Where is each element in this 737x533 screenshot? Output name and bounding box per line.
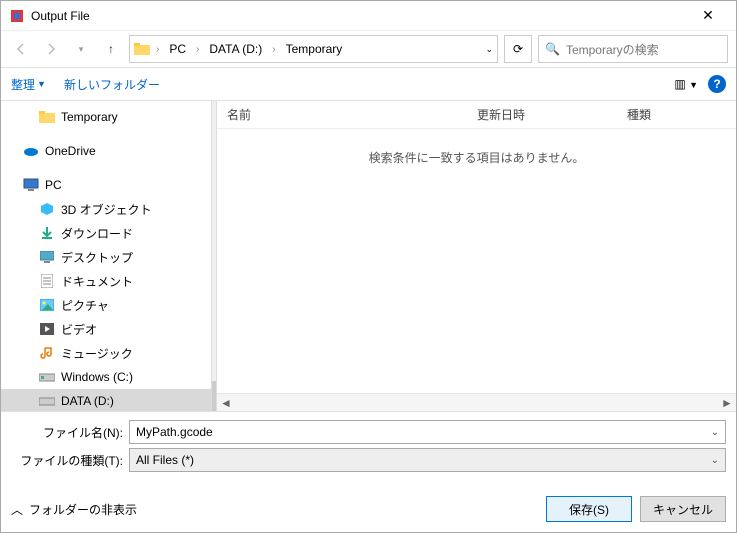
navigation-row: ▾ ↑ › PC › DATA (D:) › Temporary ⌄ ⟳ 🔍 T… <box>1 31 736 67</box>
onedrive-icon <box>23 143 39 159</box>
horizontal-scrollbar[interactable]: ◄ ► <box>217 393 736 411</box>
folder-icon <box>39 109 55 125</box>
titlebar: Output File ✕ <box>1 1 736 31</box>
chevron-down-icon[interactable]: ⌄ <box>711 427 719 438</box>
search-input[interactable]: 🔍 Temporaryの検索 <box>538 35 728 63</box>
chevron-right-icon: › <box>194 44 201 55</box>
downloads-icon <box>39 225 55 241</box>
save-button[interactable]: 保存(S) <box>546 496 632 522</box>
help-button[interactable]: ? <box>708 75 726 93</box>
column-type[interactable]: 種類 <box>617 106 736 123</box>
chevron-up-icon: ︿ <box>11 501 23 518</box>
chevron-down-icon[interactable]: ⌄ <box>711 455 719 466</box>
view-options-button[interactable]: ▥ ▼ <box>674 77 698 91</box>
filetype-select[interactable]: All Files (*) ⌄ <box>129 448 726 472</box>
scroll-right-icon[interactable]: ► <box>718 396 736 410</box>
hide-folders-toggle[interactable]: ︿ フォルダーの非表示 <box>11 501 137 518</box>
search-placeholder: Temporaryの検索 <box>566 41 659 58</box>
organize-menu[interactable]: 整理▼ <box>11 76 46 93</box>
drive-icon <box>39 369 55 385</box>
refresh-button[interactable]: ⟳ <box>504 35 532 63</box>
pc-icon <box>23 177 39 193</box>
breadcrumb-pc[interactable]: PC <box>165 40 190 58</box>
back-button[interactable] <box>9 37 33 61</box>
breadcrumb-drive[interactable]: DATA (D:) <box>205 40 266 58</box>
tree-item-drive-d[interactable]: DATA (D:) <box>1 389 211 411</box>
filename-input[interactable]: MyPath.gcode ⌄ <box>129 420 726 444</box>
tree-item-onedrive[interactable]: OneDrive <box>1 139 211 163</box>
address-bar[interactable]: › PC › DATA (D:) › Temporary ⌄ <box>129 35 498 63</box>
cancel-button[interactable]: キャンセル <box>640 496 726 522</box>
tree-item-3dobjects[interactable]: 3D オブジェクト <box>1 197 211 221</box>
filename-label: ファイル名(N): <box>11 424 129 441</box>
up-button[interactable]: ↑ <box>99 37 123 61</box>
file-pane: 名前 更新日時 種類 検索条件に一致する項目はありません。 ◄ ► <box>217 101 736 411</box>
column-headers: 名前 更新日時 種類 <box>217 101 736 129</box>
tree-item-videos[interactable]: ビデオ <box>1 317 211 341</box>
desktop-icon <box>39 249 55 265</box>
breadcrumb-folder[interactable]: Temporary <box>282 40 347 58</box>
tree-item-music[interactable]: ミュージック <box>1 341 211 365</box>
scroll-left-icon[interactable]: ◄ <box>217 396 235 410</box>
documents-icon <box>39 273 55 289</box>
tree-item-downloads[interactable]: ダウンロード <box>1 221 211 245</box>
folder-icon <box>134 42 150 56</box>
tree-item-pictures[interactable]: ピクチャ <box>1 293 211 317</box>
filetype-label: ファイルの種類(T): <box>11 452 129 469</box>
toolbar: 整理▼ 新しいフォルダー ▥ ▼ ? <box>1 67 736 101</box>
empty-message: 検索条件に一致する項目はありません。 <box>217 129 736 166</box>
music-icon <box>39 345 55 361</box>
folder-tree[interactable]: Temporary OneDrive PC 3D オブジェクト ダウンロード デ… <box>1 101 211 411</box>
app-icon <box>9 8 25 24</box>
tree-item-pc[interactable]: PC <box>1 173 211 197</box>
tree-item-drive-c[interactable]: Windows (C:) <box>1 365 211 389</box>
history-dropdown[interactable]: ▾ <box>69 37 93 61</box>
dialog-body: Temporary OneDrive PC 3D オブジェクト ダウンロード デ… <box>1 101 736 411</box>
address-dropdown-icon[interactable]: ⌄ <box>485 44 493 55</box>
pictures-icon <box>39 297 55 313</box>
tree-item-temporary[interactable]: Temporary <box>1 105 211 129</box>
window-title: Output File <box>31 9 688 23</box>
videos-icon <box>39 321 55 337</box>
close-button[interactable]: ✕ <box>688 7 728 24</box>
forward-button[interactable] <box>39 37 63 61</box>
search-icon: 🔍 <box>545 42 560 56</box>
chevron-right-icon: › <box>270 44 277 55</box>
new-folder-button[interactable]: 新しいフォルダー <box>64 76 160 93</box>
chevron-right-icon: › <box>154 44 161 55</box>
column-name[interactable]: 名前 <box>217 106 467 123</box>
drive-icon <box>39 393 55 409</box>
tree-item-desktop[interactable]: デスクトップ <box>1 245 211 269</box>
tree-item-documents[interactable]: ドキュメント <box>1 269 211 293</box>
bottom-panel: ファイル名(N): MyPath.gcode ⌄ ファイルの種類(T): All… <box>1 411 736 532</box>
3dobjects-icon <box>39 201 55 217</box>
column-date[interactable]: 更新日時 <box>467 106 617 123</box>
